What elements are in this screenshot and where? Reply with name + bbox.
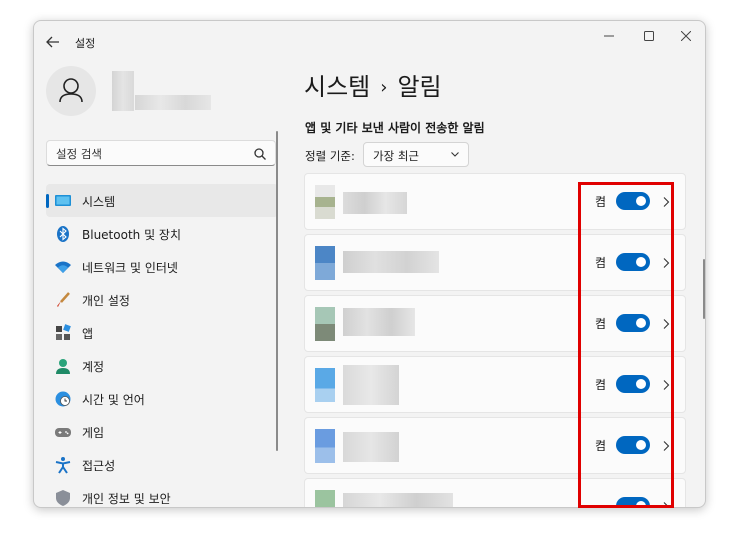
section-title: 앱 및 기타 보낸 사람이 전송한 알림 <box>305 121 485 135</box>
maximize-icon <box>644 31 654 41</box>
window-title: 설정 <box>75 37 96 50</box>
sort-label: 정렬 기준: <box>305 149 355 163</box>
sort-dropdown[interactable]: 가장 최근 <box>363 142 469 167</box>
sidebar-item-apps[interactable]: 앱 <box>46 316 278 349</box>
accessibility-icon <box>55 457 71 474</box>
sidebar-item-label: 시스템 <box>82 195 116 209</box>
sidebar-item-label: 네트워크 및 인터넷 <box>82 261 178 275</box>
title-bar: 설정 <box>34 21 705 61</box>
page-title: 알림 <box>397 73 442 101</box>
sidebar-item-accessibility[interactable]: 접근성 <box>46 448 278 481</box>
breadcrumb-parent[interactable]: 시스템 <box>304 73 370 101</box>
sidebar-item-personalization[interactable]: 개인 설정 <box>46 283 278 316</box>
bluetooth-icon <box>57 226 69 242</box>
sidebar-item-label: Bluetooth 및 장치 <box>82 228 182 242</box>
red-highlight-annotation <box>578 182 674 508</box>
app-name-blurred <box>343 432 399 462</box>
minimize-icon <box>604 35 614 37</box>
close-icon <box>680 30 692 42</box>
back-arrow-icon[interactable] <box>44 33 62 51</box>
sidebar-item-label: 앱 <box>82 327 94 341</box>
breadcrumb: 시스템 › 알림 <box>304 67 442 102</box>
monitor-icon <box>55 195 71 206</box>
sidebar-item-label: 접근성 <box>82 459 116 473</box>
search-icon[interactable] <box>253 147 267 161</box>
sidebar-item-label: 개인 설정 <box>82 294 130 308</box>
active-indicator <box>46 194 49 208</box>
app-name-blurred <box>343 308 415 336</box>
maximize-button[interactable] <box>634 27 664 49</box>
minimize-button[interactable] <box>594 27 624 49</box>
app-icon-blurred <box>315 246 335 280</box>
sidebar-item-network[interactable]: 네트워크 및 인터넷 <box>46 250 278 283</box>
wifi-icon <box>55 261 71 273</box>
app-name-blurred <box>343 251 439 273</box>
brush-icon <box>57 292 70 307</box>
shield-icon <box>56 490 70 506</box>
sidebar-item-label: 계정 <box>82 360 105 374</box>
close-button[interactable] <box>671 27 701 49</box>
app-icon-blurred <box>315 490 335 507</box>
sidebar-item-system[interactable]: 시스템 <box>46 184 278 217</box>
avatar[interactable] <box>46 66 96 116</box>
globe-clock-icon <box>55 391 71 407</box>
sidebar-item-gaming[interactable]: 게임 <box>46 415 278 448</box>
person-icon <box>56 359 70 374</box>
search-box[interactable]: 설정 검색 <box>46 140 276 166</box>
sidebar-item-bluetooth[interactable]: Bluetooth 및 장치 <box>46 217 278 250</box>
sidebar-item-privacy[interactable]: 개인 정보 및 보안 <box>46 481 278 507</box>
sort-value: 가장 최근 <box>373 149 419 163</box>
sidebar-item-label: 시간 및 언어 <box>82 393 145 407</box>
app-icon-blurred <box>315 429 335 463</box>
app-name-blurred <box>343 192 407 214</box>
sidebar-item-time-language[interactable]: 시간 및 언어 <box>46 382 278 415</box>
sidebar-item-accounts[interactable]: 계정 <box>46 349 278 382</box>
sidebar-item-label: 개인 정보 및 보안 <box>82 492 171 506</box>
apps-icon <box>56 324 71 340</box>
profile-email-blurred <box>135 95 211 110</box>
chevron-down-icon <box>451 152 459 157</box>
sidebar-item-label: 게임 <box>82 426 105 440</box>
app-icon-blurred <box>315 307 335 341</box>
breadcrumb-separator: › <box>380 77 388 98</box>
app-name-blurred <box>343 365 399 405</box>
profile-name-blurred <box>112 71 134 111</box>
sidebar-scrollbar[interactable] <box>276 131 278 451</box>
app-name-blurred <box>343 493 453 507</box>
search-input[interactable]: 설정 검색 <box>56 146 102 162</box>
person-icon <box>59 78 83 103</box>
sidebar-nav: 시스템 Bluetooth 및 장치 네트워크 및 인터넷 개인 설정 앱 계정… <box>46 184 278 507</box>
gamepad-icon <box>55 428 71 437</box>
app-icon-blurred <box>315 185 335 219</box>
app-icon-blurred <box>315 368 335 402</box>
content-scrollbar[interactable] <box>703 259 705 319</box>
